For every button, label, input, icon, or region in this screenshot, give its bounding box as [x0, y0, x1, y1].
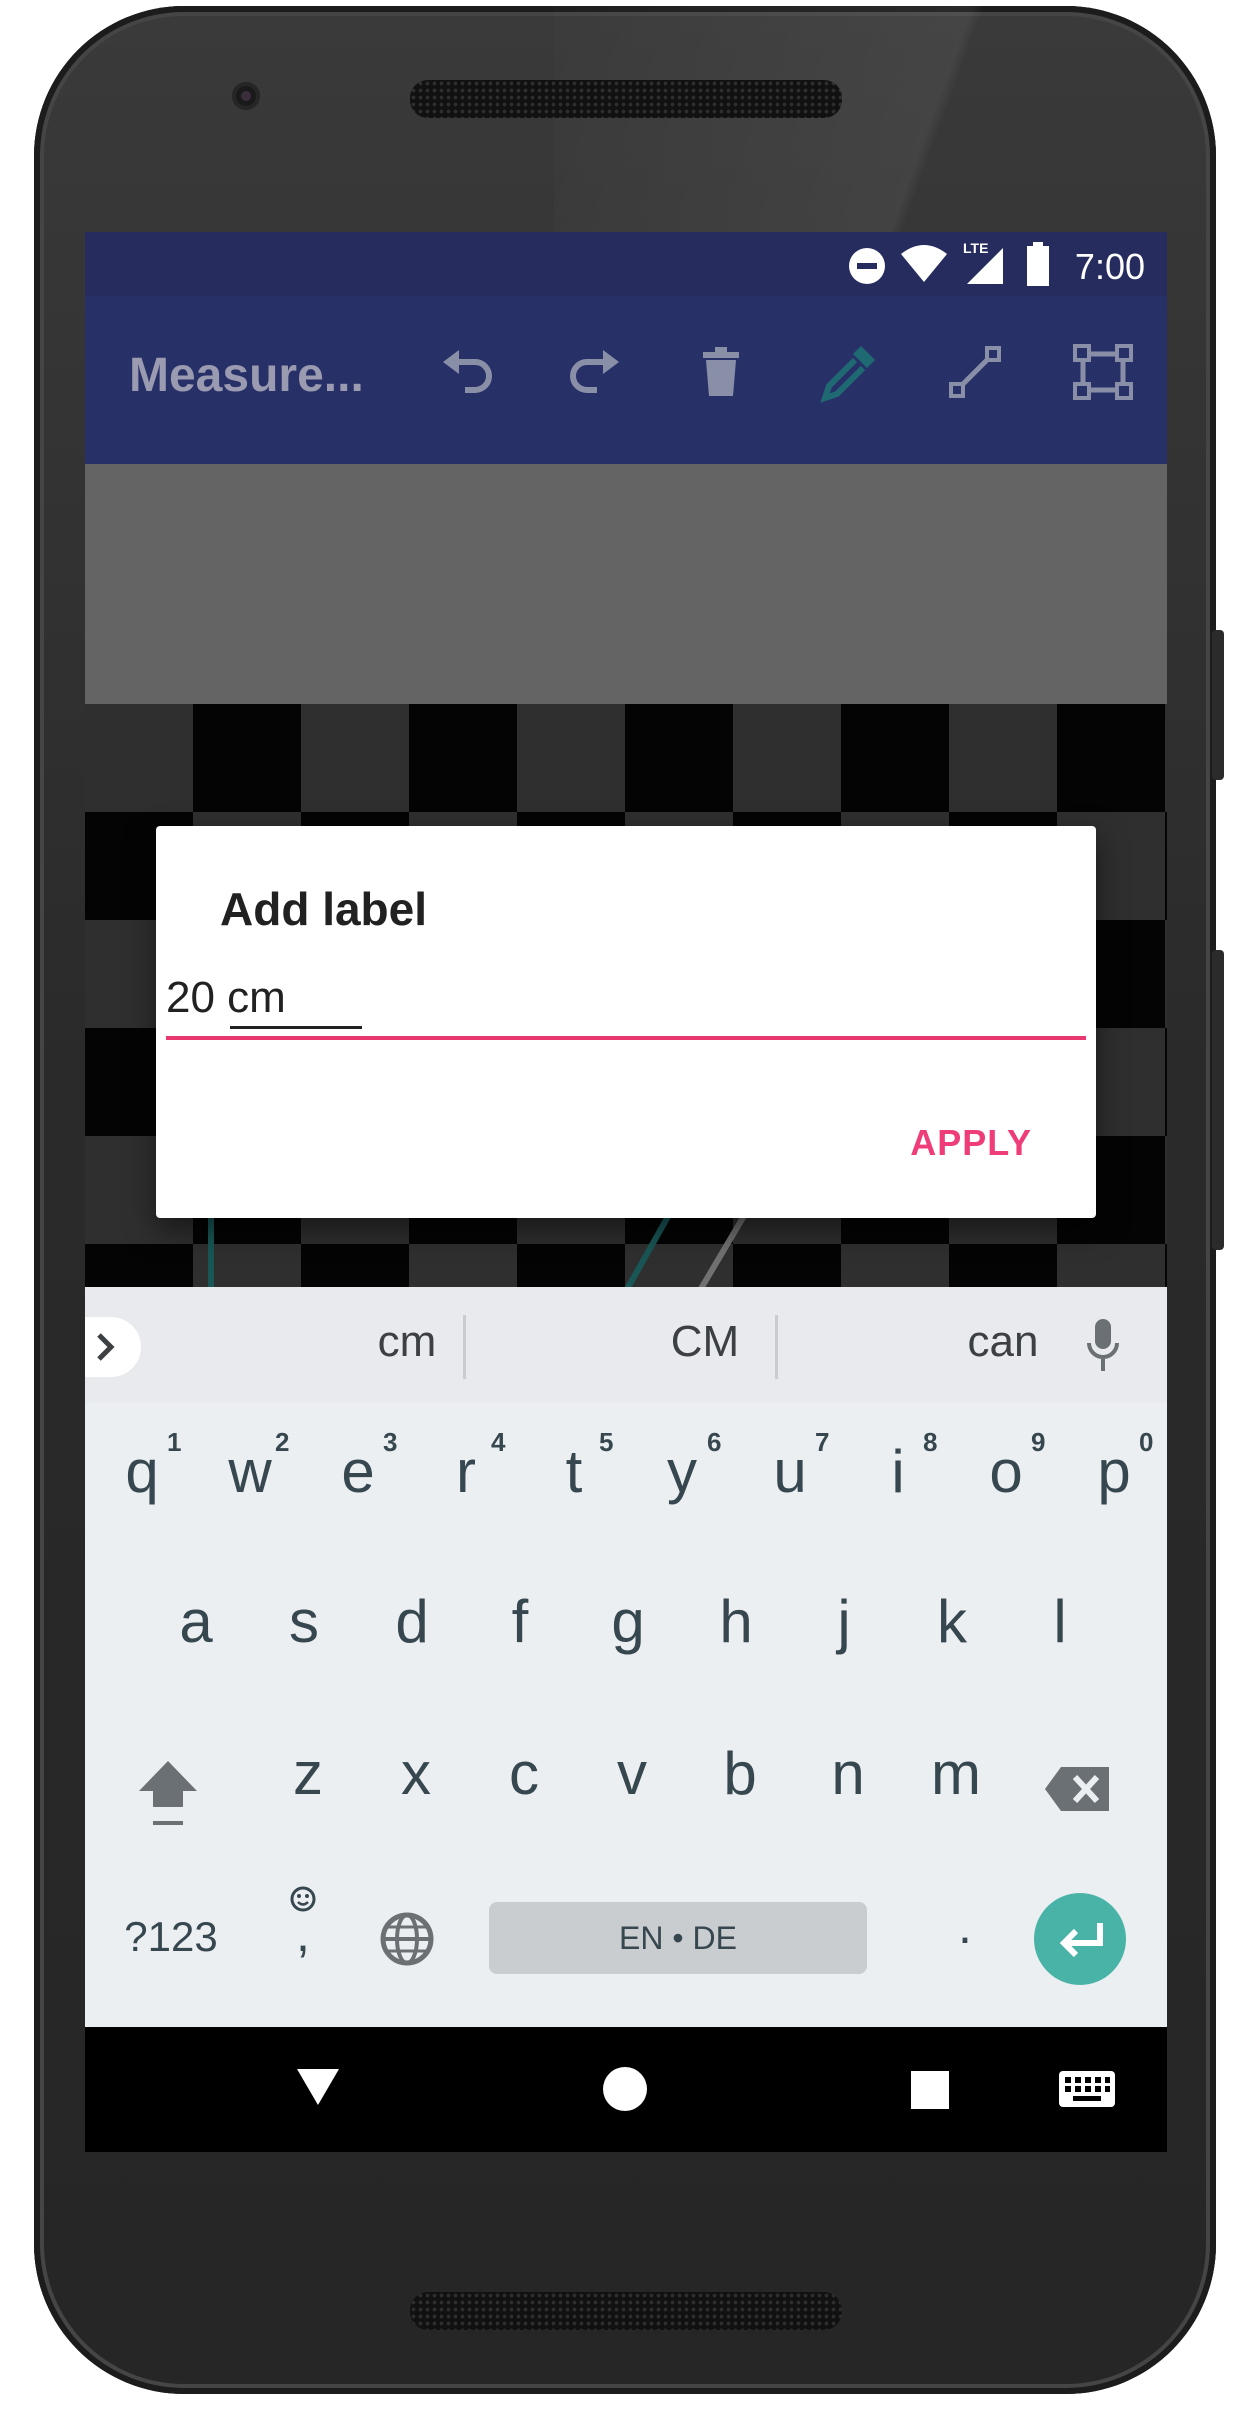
key-g[interactable]: g [583, 1587, 673, 1656]
key-hint-1: 1 [167, 1427, 182, 1457]
key-m[interactable]: m [911, 1739, 1001, 1808]
suggestion-1[interactable]: cm [257, 1317, 557, 1367]
composing-underline [230, 1026, 362, 1029]
add-label-dialog: Add label APPLY [156, 826, 1096, 1218]
key-v[interactable]: v [587, 1739, 677, 1808]
home-icon[interactable] [601, 2065, 649, 2113]
backspace-key[interactable] [1043, 1765, 1111, 1813]
recents-icon[interactable] [909, 2069, 951, 2111]
key-j[interactable]: j [799, 1587, 889, 1656]
screen: LTE 7:00 Measure... Add label 20 cm APPL… [85, 232, 1167, 2152]
key-z[interactable]: z [263, 1739, 353, 1808]
enter-arrow-icon [1059, 1923, 1103, 1958]
key-d[interactable]: d [367, 1587, 457, 1656]
dialog-title: Add label [220, 883, 428, 935]
volume-button [1212, 950, 1224, 1250]
suggestion-strip: cm CM can [85, 1287, 1167, 1403]
power-button [1212, 630, 1224, 780]
front-camera [232, 82, 260, 110]
eyedropper-icon[interactable] [817, 340, 881, 404]
trash-icon[interactable] [689, 340, 753, 404]
back-icon[interactable] [295, 2065, 341, 2107]
symbols-key[interactable]: ?123 [111, 1913, 231, 1961]
key-n[interactable]: n [803, 1739, 893, 1808]
navigation-bar [85, 2027, 1167, 2152]
soft-keyboard: cm CM can ?123 , EN • DE . q 1 w 2 e 3 r… [85, 1287, 1167, 2027]
period-key[interactable]: . [935, 1897, 995, 1955]
line-tool-icon[interactable] [943, 340, 1007, 404]
clock: 7:00 [1074, 246, 1145, 287]
undo-icon[interactable] [435, 340, 499, 404]
key-hint-6: 6 [707, 1427, 722, 1457]
key-hint-4: 4 [491, 1427, 506, 1457]
key-l[interactable]: l [1015, 1587, 1105, 1656]
label-input[interactable] [166, 970, 1086, 1026]
key-a[interactable]: a [151, 1587, 241, 1656]
expand-suggestions-icon[interactable] [85, 1317, 141, 1377]
wifi-icon [901, 245, 947, 282]
rectangle-select-icon[interactable] [1071, 340, 1135, 404]
space-key[interactable]: EN • DE [489, 1902, 867, 1974]
key-k[interactable]: k [907, 1587, 997, 1656]
key-h[interactable]: h [691, 1587, 781, 1656]
input-focus-line [166, 1036, 1086, 1040]
top-speaker [410, 80, 842, 118]
key-hint-7: 7 [815, 1427, 830, 1457]
shift-key[interactable] [133, 1755, 203, 1835]
key-hint-5: 5 [599, 1427, 614, 1457]
apply-button[interactable]: APPLY [910, 1122, 1032, 1164]
comma-key[interactable]: , [263, 1905, 343, 1963]
key-hint-9: 9 [1031, 1427, 1046, 1457]
enter-key[interactable] [1034, 1893, 1126, 1985]
globe-icon[interactable] [379, 1911, 435, 1967]
suggestion-divider [775, 1315, 778, 1379]
key-hint-0: 0 [1139, 1427, 1154, 1457]
key-f[interactable]: f [475, 1587, 565, 1656]
toolbar-title: Measure... [129, 349, 364, 402]
keyboard-switch-icon[interactable] [1059, 2071, 1115, 2109]
key-hint-8: 8 [923, 1427, 938, 1457]
battery-icon [1027, 242, 1049, 286]
status-bar: LTE 7:00 [85, 232, 1167, 296]
suggestion-divider [463, 1315, 466, 1379]
key-s[interactable]: s [259, 1587, 349, 1656]
key-hint-3: 3 [383, 1427, 398, 1457]
key-x[interactable]: x [371, 1739, 461, 1808]
key-c[interactable]: c [479, 1739, 569, 1808]
bottom-speaker [410, 2292, 842, 2330]
app-bar: Measure... [85, 296, 1167, 464]
key-hint-2: 2 [275, 1427, 290, 1457]
key-b[interactable]: b [695, 1739, 785, 1808]
suggestion-2[interactable]: CM [555, 1317, 855, 1367]
redo-icon[interactable] [563, 340, 627, 404]
signal-icon [967, 248, 1003, 284]
microphone-icon[interactable] [1085, 1317, 1121, 1377]
do-not-disturb-icon [849, 248, 885, 284]
